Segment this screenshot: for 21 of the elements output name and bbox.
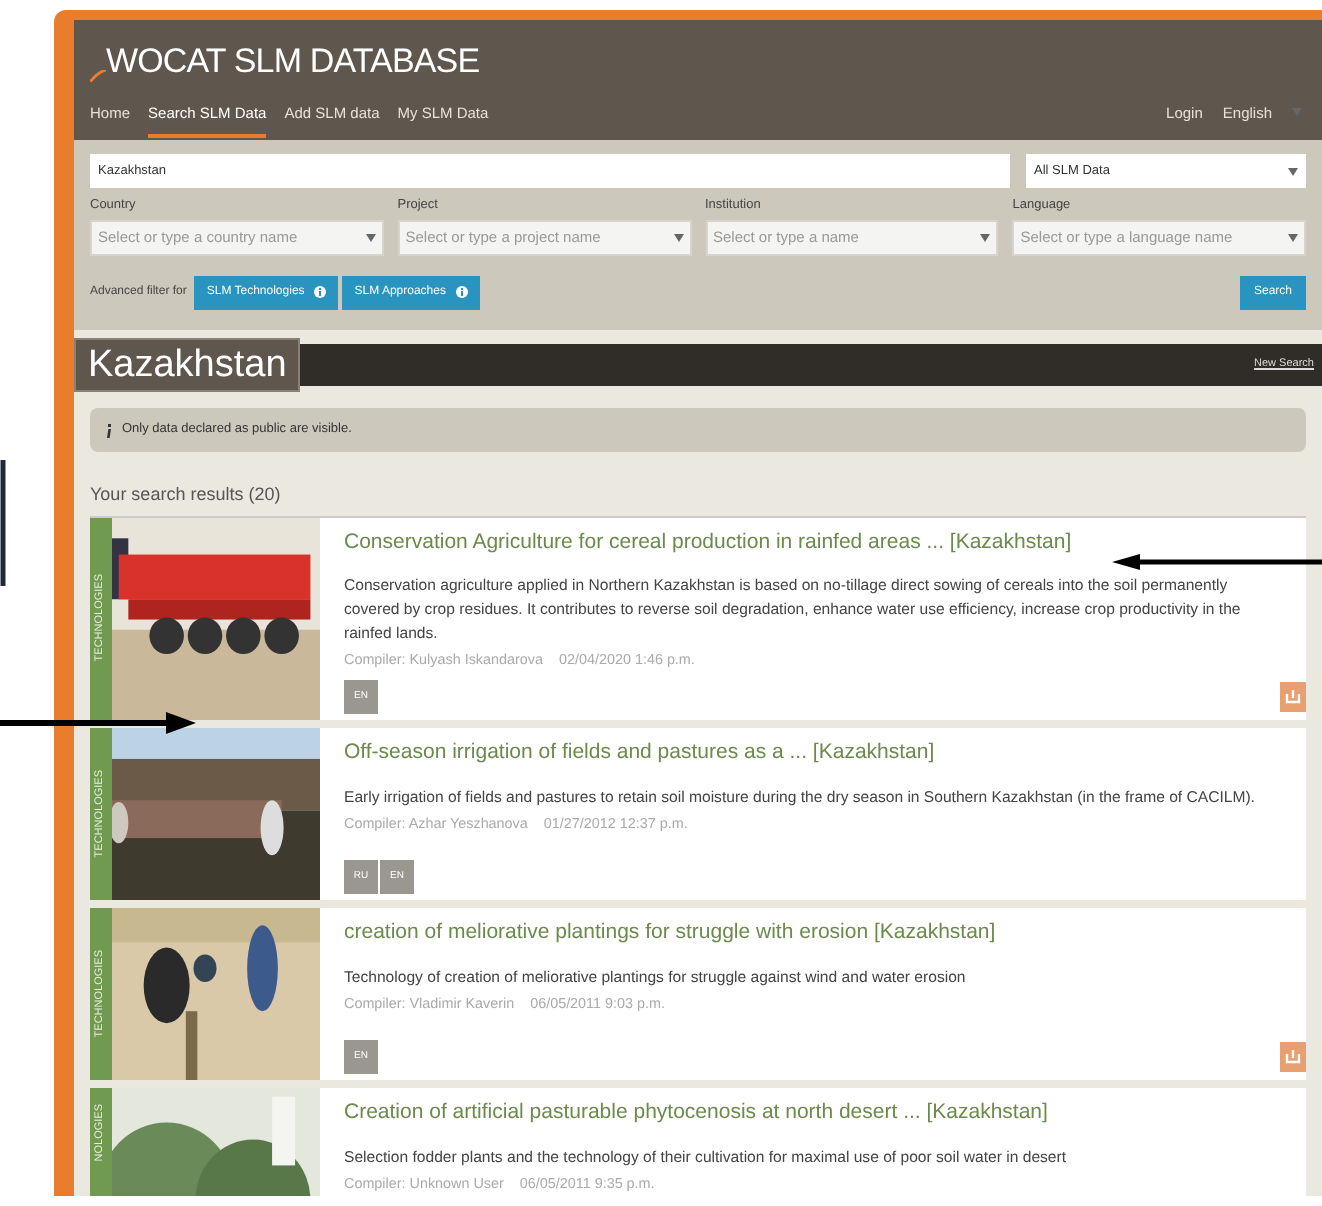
results-count: Your search results (20) (90, 482, 283, 508)
result-title[interactable]: creation of meliorative plantings for struggle with erosion [Kazakhstan] (344, 918, 1286, 950)
result-title[interactable]: Conservation Agriculture for cereal production in rainfed areas ... [Kazakhstan] (344, 527, 1286, 559)
info-icon (106, 423, 112, 437)
arrow-icon (1112, 554, 1322, 570)
page-heading: Kazakhstan (74, 338, 301, 392)
info-icon (455, 286, 468, 299)
caret-icon (365, 233, 376, 242)
info-icon (314, 286, 327, 299)
caret-icon (980, 233, 991, 242)
bracket-line (0, 460, 6, 586)
export-icon[interactable] (1280, 1042, 1306, 1073)
result-title[interactable]: Creation of artificial pasturable phytocenosis at north desert ... [Kazakhstan] (344, 1098, 1286, 1130)
caret-icon (673, 233, 683, 242)
arrow-icon (0, 712, 196, 734)
result-title[interactable]: Off-season irrigation of fields and pastures as a ... [Kazakhstan] (344, 738, 1286, 770)
logo-swoosh-icon (90, 69, 106, 81)
export-icon[interactable] (1280, 682, 1306, 713)
caret-icon (1288, 167, 1298, 175)
caret-icon (1288, 233, 1298, 242)
site-title: WOCAT SLM DATABASE (106, 40, 480, 84)
